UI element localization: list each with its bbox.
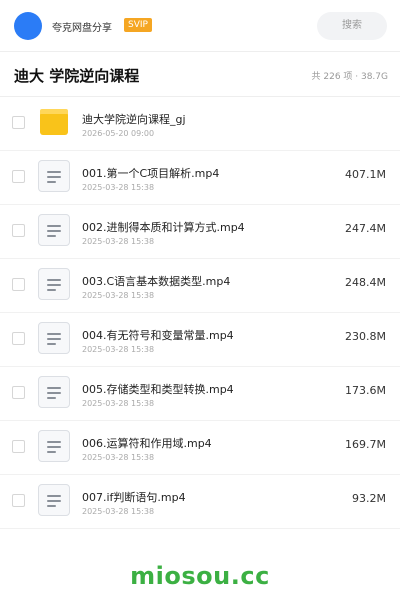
title-bar: 迪大 学院逆向课程 共 226 项 · 38.7G (0, 52, 400, 97)
item-size: 247.4M (345, 222, 386, 235)
checkbox[interactable] (12, 278, 25, 291)
item-name: 006.运算符和作用域.mp4 (82, 437, 212, 450)
item-date: 2025-03-28 15:38 (82, 291, 155, 300)
item-date: 2026-05-20 09:00 (82, 129, 155, 138)
checkbox[interactable] (12, 332, 25, 345)
svip-badge: SVIP (124, 18, 152, 32)
item-name: 005.存储类型和类型转换.mp4 (82, 383, 234, 396)
checkbox[interactable] (12, 224, 25, 237)
list-item[interactable]: 006.运算符和作用域.mp4 2025-03-28 15:38 169.7M (0, 421, 400, 475)
file-icon (38, 430, 70, 462)
search-input[interactable]: 搜索 (317, 12, 387, 40)
item-date: 2025-03-28 15:38 (82, 453, 155, 462)
app-name: 夸克网盘分享 (52, 23, 112, 34)
item-size: 230.8M (345, 330, 386, 343)
checkbox[interactable] (12, 170, 25, 183)
list-item[interactable]: 迪大学院逆向课程_gj 2026-05-20 09:00 (0, 97, 400, 151)
file-icon (38, 484, 70, 516)
file-icon (38, 376, 70, 408)
list-item[interactable]: 001.第一个C项目解析.mp4 2025-03-28 15:38 407.1M (0, 151, 400, 205)
avatar[interactable] (14, 12, 42, 40)
item-date: 2025-03-28 15:38 (82, 237, 155, 246)
list-item[interactable]: 007.if判断语句.mp4 2025-03-28 15:38 93.2M (0, 475, 400, 529)
file-list: 迪大学院逆向课程_gj 2026-05-20 09:00 001.第一个C项目解… (0, 97, 400, 529)
item-name: 007.if判断语句.mp4 (82, 491, 186, 504)
item-summary: 共 226 项 · 38.7G (311, 72, 389, 82)
page-title: 迪大 学院逆向课程 (14, 67, 140, 85)
checkbox[interactable] (12, 386, 25, 399)
item-name: 迪大学院逆向课程_gj (82, 113, 186, 126)
checkbox[interactable] (12, 116, 25, 129)
item-size: 173.6M (345, 384, 386, 397)
checkbox[interactable] (12, 494, 25, 507)
item-date: 2025-03-28 15:38 (82, 183, 155, 192)
item-date: 2025-03-28 15:38 (82, 507, 155, 516)
item-size: 407.1M (345, 168, 386, 181)
app-header: 夸克网盘分享 SVIP 搜索 (0, 0, 400, 52)
file-icon (38, 160, 70, 192)
item-name: 004.有无符号和变量常量.mp4 (82, 329, 234, 342)
folder-icon (40, 109, 68, 135)
list-item[interactable]: 003.C语言基本数据类型.mp4 2025-03-28 15:38 248.4… (0, 259, 400, 313)
file-icon (38, 268, 70, 300)
file-icon (38, 214, 70, 246)
checkbox[interactable] (12, 440, 25, 453)
item-size: 248.4M (345, 276, 386, 289)
item-name: 002.进制得本质和计算方式.mp4 (82, 221, 245, 234)
item-date: 2025-03-28 15:38 (82, 345, 155, 354)
file-icon (38, 322, 70, 354)
item-name: 001.第一个C项目解析.mp4 (82, 167, 220, 180)
watermark: miosou.cc (130, 562, 270, 590)
list-item[interactable]: 004.有无符号和变量常量.mp4 2025-03-28 15:38 230.8… (0, 313, 400, 367)
item-size: 169.7M (345, 438, 386, 451)
item-size: 93.2M (352, 492, 386, 505)
item-name: 003.C语言基本数据类型.mp4 (82, 275, 231, 288)
list-item[interactable]: 005.存储类型和类型转换.mp4 2025-03-28 15:38 173.6… (0, 367, 400, 421)
list-item[interactable]: 002.进制得本质和计算方式.mp4 2025-03-28 15:38 247.… (0, 205, 400, 259)
item-date: 2025-03-28 15:38 (82, 399, 155, 408)
